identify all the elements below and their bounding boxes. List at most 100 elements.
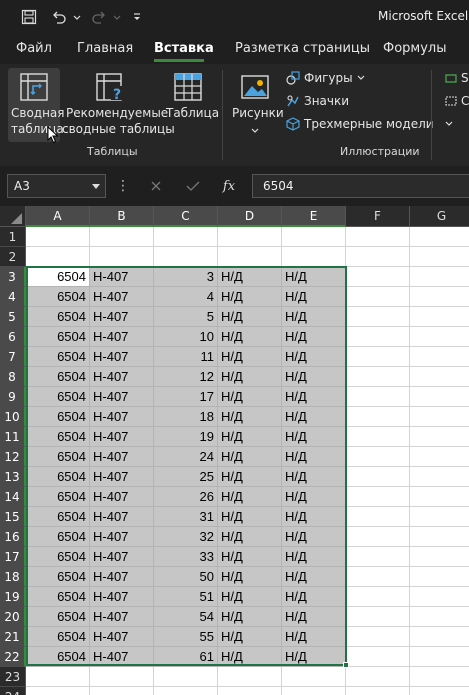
cell-c14[interactable]: 26 [154, 487, 218, 507]
cell-g4[interactable] [410, 287, 469, 307]
recommended-pivot-label-2[interactable]: сводные таблицы [62, 121, 175, 137]
cell-a18[interactable]: 6504 [26, 567, 90, 587]
cell-g24[interactable] [410, 687, 469, 695]
cell-d18[interactable]: Н/Д [218, 567, 282, 587]
cell-b22[interactable]: Н-407 [90, 647, 154, 667]
cell-f2[interactable] [346, 247, 410, 267]
cell-e10[interactable]: Н/Д [282, 407, 346, 427]
cell-c22[interactable]: 61 [154, 647, 218, 667]
column-header-a[interactable]: A [26, 206, 90, 227]
pictures-label[interactable]: Рисунки [232, 105, 284, 121]
cell-b23[interactable] [90, 667, 154, 687]
pictures-icon[interactable] [240, 72, 270, 105]
tab-home[interactable]: Главная [77, 41, 133, 56]
cell-e1[interactable] [282, 227, 346, 247]
column-header-d[interactable]: D [218, 206, 282, 227]
row-header-24[interactable]: 24 [0, 687, 26, 695]
cell-e18[interactable]: Н/Д [282, 567, 346, 587]
tab-insert[interactable]: Вставка [154, 41, 214, 56]
insert-function-icon[interactable]: fx [219, 176, 239, 196]
cell-a10[interactable]: 6504 [26, 407, 90, 427]
save-icon[interactable] [18, 7, 40, 27]
cell-a16[interactable]: 6504 [26, 527, 90, 547]
cell-a21[interactable]: 6504 [26, 627, 90, 647]
cell-e17[interactable]: Н/Д [282, 547, 346, 567]
row-header-13[interactable]: 13 [0, 467, 26, 487]
cell-b6[interactable]: Н-407 [90, 327, 154, 347]
smartart-button[interactable]: S [445, 68, 469, 88]
cell-d1[interactable] [218, 227, 282, 247]
pivot-table-label-1[interactable]: Сводная [11, 105, 65, 121]
cell-f19[interactable] [346, 587, 410, 607]
row-header-16[interactable]: 16 [0, 527, 26, 547]
row-header-10[interactable]: 10 [0, 407, 26, 427]
row-header-21[interactable]: 21 [0, 627, 26, 647]
row-header-4[interactable]: 4 [0, 287, 26, 307]
customize-toolbar-icon[interactable] [126, 7, 148, 27]
cell-e5[interactable]: Н/Д [282, 307, 346, 327]
cell-f10[interactable] [346, 407, 410, 427]
cell-c7[interactable]: 11 [154, 347, 218, 367]
cell-b11[interactable]: Н-407 [90, 427, 154, 447]
enter-icon[interactable] [183, 176, 203, 196]
table-label[interactable]: Таблица [166, 105, 219, 121]
cell-e14[interactable]: Н/Д [282, 487, 346, 507]
cell-f18[interactable] [346, 567, 410, 587]
cell-e19[interactable]: Н/Д [282, 587, 346, 607]
cell-g21[interactable] [410, 627, 469, 647]
cell-e22[interactable]: Н/Д [282, 647, 346, 667]
cell-b16[interactable]: Н-407 [90, 527, 154, 547]
cell-b13[interactable]: Н-407 [90, 467, 154, 487]
cell-g14[interactable] [410, 487, 469, 507]
row-header-9[interactable]: 9 [0, 387, 26, 407]
cell-d14[interactable]: Н/Д [218, 487, 282, 507]
cell-b14[interactable]: Н-407 [90, 487, 154, 507]
cell-g3[interactable] [410, 267, 469, 287]
formula-input[interactable]: 6504 [252, 174, 469, 198]
cell-e8[interactable]: Н/Д [282, 367, 346, 387]
row-header-19[interactable]: 19 [0, 587, 26, 607]
name-box-dropdown-icon[interactable] [92, 184, 100, 189]
row-header-18[interactable]: 18 [0, 567, 26, 587]
cell-c23[interactable] [154, 667, 218, 687]
cell-a8[interactable]: 6504 [26, 367, 90, 387]
cell-f15[interactable] [346, 507, 410, 527]
cell-c8[interactable]: 12 [154, 367, 218, 387]
cell-g17[interactable] [410, 547, 469, 567]
select-all-button[interactable] [0, 206, 26, 227]
cell-c3[interactable]: 3 [154, 267, 218, 287]
cancel-icon[interactable] [146, 176, 166, 196]
cell-b21[interactable]: Н-407 [90, 627, 154, 647]
cell-f24[interactable] [346, 687, 410, 695]
cell-d6[interactable]: Н/Д [218, 327, 282, 347]
cell-e23[interactable] [282, 667, 346, 687]
cell-d4[interactable]: Н/Д [218, 287, 282, 307]
cell-f8[interactable] [346, 367, 410, 387]
cell-g22[interactable] [410, 647, 469, 667]
cell-d16[interactable]: Н/Д [218, 527, 282, 547]
cell-b15[interactable]: Н-407 [90, 507, 154, 527]
cell-b20[interactable]: Н-407 [90, 607, 154, 627]
cell-c20[interactable]: 54 [154, 607, 218, 627]
worksheet-grid[interactable]: A B C D E F G 1 2 3 4 5 6 7 8 9 10 11 12 13 14 15 16 17 18 19 20 21… [0, 206, 469, 695]
cell-g2[interactable] [410, 247, 469, 267]
cell-g11[interactable] [410, 427, 469, 447]
cell-a14[interactable]: 6504 [26, 487, 90, 507]
cell-g12[interactable] [410, 447, 469, 467]
cell-a15[interactable]: 6504 [26, 507, 90, 527]
cell-e7[interactable]: Н/Д [282, 347, 346, 367]
cell-b4[interactable]: Н-407 [90, 287, 154, 307]
cell-e11[interactable]: Н/Д [282, 427, 346, 447]
cell-d17[interactable]: Н/Д [218, 547, 282, 567]
cell-g18[interactable] [410, 567, 469, 587]
cell-f14[interactable] [346, 487, 410, 507]
fill-handle[interactable] [343, 662, 349, 668]
cell-d8[interactable]: Н/Д [218, 367, 282, 387]
cell-a12[interactable]: 6504 [26, 447, 90, 467]
row-header-1[interactable]: 1 [0, 227, 26, 247]
cell-d21[interactable]: Н/Д [218, 627, 282, 647]
row-header-6[interactable]: 6 [0, 327, 26, 347]
row-header-15[interactable]: 15 [0, 507, 26, 527]
cell-c24[interactable] [154, 687, 218, 695]
cell-d13[interactable]: Н/Д [218, 467, 282, 487]
